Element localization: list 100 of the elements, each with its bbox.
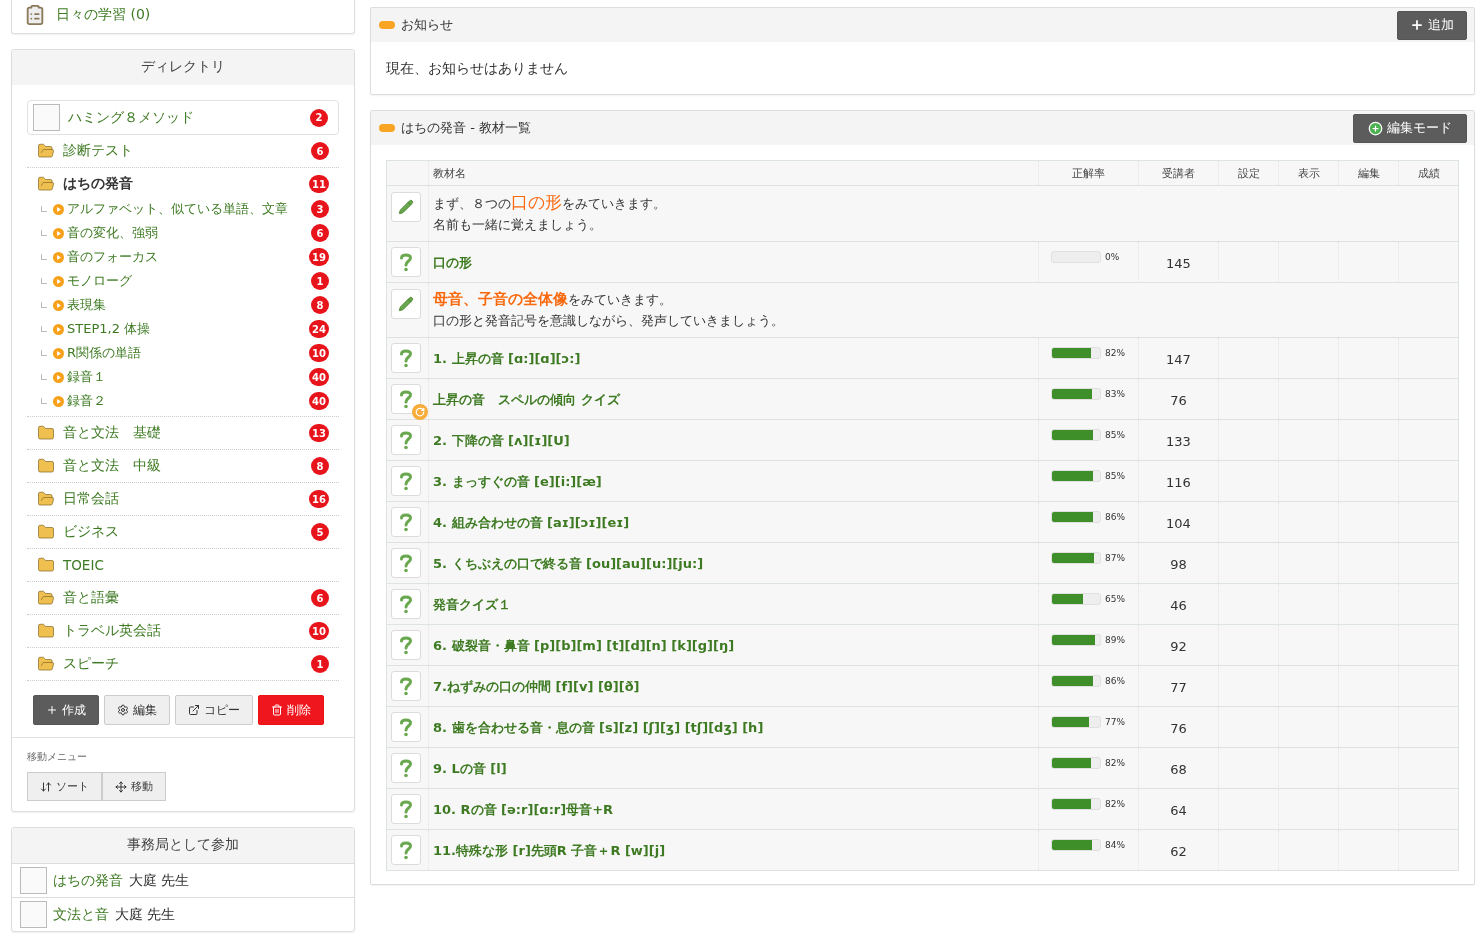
- learner-count: 147: [1166, 351, 1191, 367]
- material-title[interactable]: 上昇の音 スペルの傾向 クイズ: [433, 392, 620, 407]
- note-text: 母音、子音の全体像をみていきます。 口の形と発音記号を意識しながら、発声していきましょう。: [433, 289, 785, 330]
- material-title[interactable]: 3. まっすぐの音 [e][i:][æ]: [433, 474, 602, 489]
- folder-open-icon: [37, 655, 55, 673]
- gear-icon: [117, 704, 129, 716]
- sort-button[interactable]: ソート: [27, 772, 102, 801]
- folder-item[interactable]: 音と語彙 6: [27, 585, 339, 611]
- material-title[interactable]: 5. くちぶえの口で終る音 [ou][au][u:][ju:]: [433, 556, 704, 571]
- learner-count: 92: [1170, 638, 1187, 654]
- material-title[interactable]: 6. 破裂音・鼻音 [p][b][m] [t][d][n] [k][g][ŋ]: [433, 638, 735, 653]
- column-header: 編集: [1338, 160, 1399, 186]
- count-badge: 6: [311, 224, 329, 242]
- copy-button[interactable]: コピー: [175, 695, 253, 725]
- daily-study-link[interactable]: 日々の学習 (0): [56, 6, 151, 24]
- rate-text: 86%: [1105, 511, 1125, 522]
- folder-item[interactable]: 音と文法 基礎 13: [27, 420, 339, 446]
- course-link[interactable]: はちの発音: [53, 871, 123, 890]
- item-label: ビジネス: [63, 523, 120, 541]
- subfolder-item[interactable]: モノローグ 1: [27, 269, 339, 293]
- count-badge: 16: [309, 490, 329, 508]
- item-label: スピーチ: [63, 655, 120, 673]
- subfolder-item[interactable]: 録音２ 40: [27, 389, 339, 413]
- question-icon: [399, 389, 413, 409]
- course-item[interactable]: ハミング８メソッド 2: [27, 100, 339, 135]
- folder-item[interactable]: トラベル英会話 10: [27, 618, 339, 644]
- folder-item[interactable]: スピーチ 1: [27, 651, 339, 677]
- play-icon: [53, 251, 64, 263]
- subfolder-item[interactable]: R関係の単語 10: [27, 341, 339, 365]
- item-label: 音と文法 中級: [63, 457, 162, 475]
- folder-item[interactable]: ビジネス 5: [27, 519, 339, 545]
- material-title[interactable]: 口の形: [433, 255, 472, 270]
- rate-text: 89%: [1105, 634, 1125, 645]
- item-label: トラベル英会話: [63, 622, 162, 640]
- item-label: 音の変化、強弱: [67, 224, 159, 242]
- panel-title: 事務局として参加: [12, 828, 354, 863]
- note-text: まず、８つの口の形をみていきます。 名前も一緒に覚えましょう。: [433, 192, 667, 234]
- folder-item[interactable]: 音と文法 中級 8: [27, 453, 339, 479]
- learner-count: 68: [1170, 761, 1187, 777]
- notice-text: 現在、お知らせはありません: [385, 59, 569, 78]
- edit-button[interactable]: 編集: [104, 695, 170, 725]
- rate-text: 83%: [1105, 388, 1125, 399]
- material-title[interactable]: 8. 歯を合わせる音・息の音 [s][z] [ʃ][ʒ] [tʃ][dʒ] [h]: [433, 720, 764, 735]
- course-thumbnail: [20, 867, 47, 894]
- learner-count: 77: [1170, 679, 1187, 695]
- share-icon: [188, 704, 200, 716]
- count-badge: 2: [310, 108, 328, 127]
- material-title[interactable]: 11.特殊な形 [r]先頭R 子音＋R [w][j]: [433, 843, 666, 858]
- rate-text: 85%: [1105, 429, 1125, 440]
- material-title[interactable]: 9. Lの音 [l]: [433, 761, 507, 776]
- count-badge: 8: [311, 296, 329, 314]
- count-badge: 10: [309, 622, 329, 640]
- material-title[interactable]: 2. 下降の音 [ʌ][ɪ][U]: [433, 433, 570, 448]
- plus-circle-icon: [1368, 120, 1383, 136]
- question-icon: [399, 471, 413, 491]
- question-icon: [399, 717, 413, 737]
- clipboard-icon: [24, 4, 46, 26]
- folder-item[interactable]: TOEIC: [27, 552, 339, 578]
- item-label: モノローグ: [67, 272, 133, 290]
- column-header: 表示: [1278, 160, 1339, 186]
- move-button[interactable]: 移動: [102, 772, 166, 801]
- folder-open-icon: [37, 490, 55, 508]
- folder-item[interactable]: 診断テスト 6: [27, 138, 339, 164]
- item-label: 音のフォーカス: [67, 248, 159, 266]
- subfolder-item[interactable]: 音の変化、強弱 6: [27, 221, 339, 245]
- count-badge: 6: [311, 142, 329, 160]
- subfolder-item[interactable]: アルファベット、似ている単語、文章 3: [27, 197, 339, 221]
- count-badge: 3: [311, 200, 329, 218]
- folder-icon: [37, 424, 55, 442]
- subfolder-item[interactable]: 録音１ 40: [27, 365, 339, 389]
- play-icon: [53, 203, 64, 215]
- sort-icon: [40, 780, 52, 793]
- count-badge: 13: [309, 424, 329, 442]
- count-badge: 1: [311, 272, 329, 290]
- learner-count: 145: [1166, 255, 1191, 271]
- plus-icon: [46, 704, 58, 716]
- course-link[interactable]: 文法と音: [53, 905, 109, 924]
- folder-open-icon: [37, 142, 55, 160]
- create-button[interactable]: 作成: [33, 695, 99, 725]
- subfolder-item[interactable]: 表現集 8: [27, 293, 339, 317]
- count-badge: 40: [309, 392, 329, 410]
- subfolder-item[interactable]: STEP1,2 体操 24: [27, 317, 339, 341]
- item-label: 音と文法 基礎: [63, 424, 162, 442]
- item-label: R関係の単語: [67, 344, 143, 362]
- rate-text: 84%: [1105, 839, 1125, 850]
- material-title[interactable]: 7.ねずみの口の仲間 [f][v] [θ][ð]: [433, 679, 640, 694]
- folder-open-icon: [37, 175, 55, 193]
- edit-mode-button[interactable]: 編集モード: [1353, 113, 1467, 143]
- material-title[interactable]: 10. Rの音 [ə:r][ɑ:r]母音+R: [433, 802, 614, 817]
- column-header: 設定: [1218, 160, 1279, 186]
- add-button[interactable]: 追加: [1397, 10, 1467, 40]
- play-icon: [53, 227, 64, 239]
- delete-button[interactable]: 削除: [258, 695, 324, 725]
- material-title[interactable]: 発音クイズ１: [433, 597, 511, 612]
- rate-text: 77%: [1105, 716, 1125, 727]
- material-title[interactable]: 4. 組み合わせの音 [aɪ][ɔɪ][eɪ]: [433, 515, 630, 530]
- subfolder-item[interactable]: 音のフォーカス 19: [27, 245, 339, 269]
- material-title[interactable]: 1. 上昇の音 [ɑ:][ɑ][ɔ:]: [433, 351, 581, 366]
- folder-item[interactable]: 日常会話 16: [27, 486, 339, 512]
- plus-icon: [1410, 18, 1424, 32]
